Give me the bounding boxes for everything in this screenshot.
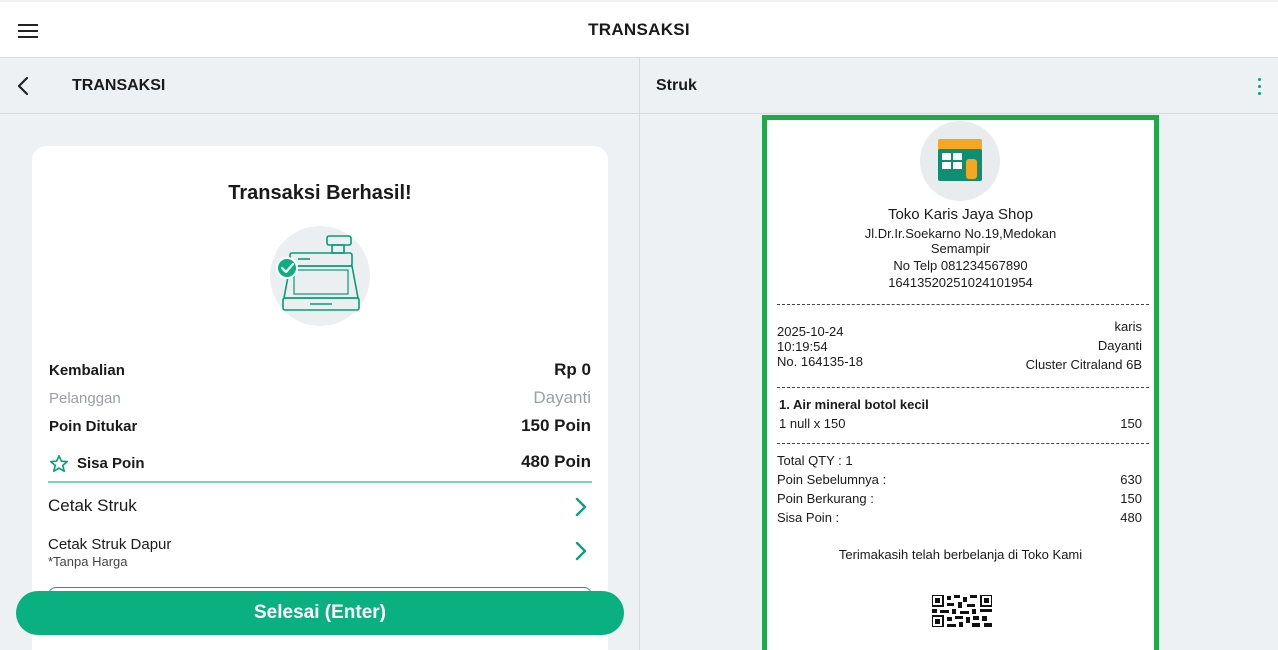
receipt-remaining-points-value: 480 [1120,510,1142,525]
star-icon [49,454,69,473]
receipt-deducted-points-value: 150 [1120,491,1142,506]
cash-register-check-icon [270,226,370,326]
receipt-time: 10:19:54 [777,339,828,354]
print-receipt-label: Cetak Struk [48,496,137,515]
receipt-customer: Dayanti [1097,338,1142,353]
receipt-remaining-points-label: Sisa Poin : [777,510,840,525]
change-row: Kembalian Rp 0 [49,360,591,384]
receipt-prev-points-value: 630 [1120,472,1142,487]
receipt-item-name: 1. Air mineral botol kecil [779,397,929,412]
shop-id: 16413520251024101954 [888,275,1033,290]
print-kitchen-receipt-label: Cetak Struk Dapur [48,536,172,553]
shop-address-line2: Semampir [930,241,991,256]
done-button[interactable]: Selesai (Enter) [16,591,624,635]
shop-logo-icon [938,139,982,181]
chevron-right-icon [575,497,587,517]
receipt-header: Struk [640,58,1278,114]
receipt-divider [777,387,1149,388]
points-redeemed-row: Poin Ditukar 150 Poin [49,416,591,440]
customer-value: Dayanti [533,388,591,407]
success-title: Transaksi Berhasil! [228,182,412,204]
success-card: Transaksi Berhasil! Kembalian Rp 0 Pelan… [32,146,608,650]
qr-code-icon [932,595,992,627]
remaining-points-value: 480 Poin [521,452,591,471]
points-redeemed-value: 150 Poin [521,416,591,435]
print-kitchen-receipt-sub: *Tanpa Harga [48,554,128,569]
receipt-total-qty: Total QTY : 1 [777,453,853,468]
points-redeemed-label: Poin Ditukar [49,418,138,435]
receipt-item-detail: 1 null x 150 [779,416,846,431]
section-divider [48,481,592,483]
chevron-right-icon [575,541,587,561]
back-icon[interactable] [14,75,34,97]
customer-row: Pelanggan Dayanti [49,388,591,412]
change-value: Rp 0 [554,360,591,379]
customer-label: Pelanggan [49,390,121,407]
print-receipt-item[interactable]: Cetak Struk [48,496,592,524]
receipt-location: Cluster Citraland 6B [1025,357,1142,372]
transaction-header: TRANSAKSI [0,58,639,114]
receipt-divider [777,443,1149,444]
remaining-points-label: Sisa Poin [77,455,145,472]
receipt-date: 2025-10-24 [777,324,844,339]
shop-address: Jl.Dr.Ir.Soekarno No.19,Medokan Semampir [767,226,1154,256]
print-kitchen-receipt-item[interactable]: Cetak Struk Dapur *Tanpa Harga [48,536,592,572]
more-vertical-icon[interactable] [1252,76,1266,96]
receipt-number: No. 164135-18 [777,354,864,369]
receipt-divider [777,304,1149,305]
receipt-prev-points-label: Poin Sebelumnya : [777,472,887,487]
transaction-header-title: TRANSAKSI [72,77,166,94]
shop-phone: No Telp 081234567890 [893,258,1028,273]
receipt-header-title: Struk [656,77,697,94]
app-title: TRANSAKSI [588,20,690,39]
shop-name: Toko Karis Jaya Shop [887,206,1034,223]
top-app-bar: TRANSAKSI [0,0,1278,58]
receipt-preview: Toko Karis Jaya Shop Jl.Dr.Ir.Soekarno N… [762,115,1159,650]
change-label: Kembalian [49,362,125,379]
receipt-panel: Struk Toko Karis Jaya Shop Jl.Dr.Ir.Soek… [640,58,1278,650]
receipt-item-total: 150 [1120,416,1142,431]
remaining-points-row: Sisa Poin 480 Poin [49,452,591,476]
shop-address-line1: Jl.Dr.Ir.Soekarno No.19,Medokan [864,226,1057,241]
receipt-cashier: karis [1114,319,1142,334]
shop-logo [920,121,1000,201]
transaction-panel: TRANSAKSI Transaksi Berhasil! Kembalian … [0,58,639,650]
receipt-thanks: Terimakasih telah berbelanja di Toko Kam… [838,547,1083,562]
receipt-deducted-points-label: Poin Berkurang : [777,491,874,506]
